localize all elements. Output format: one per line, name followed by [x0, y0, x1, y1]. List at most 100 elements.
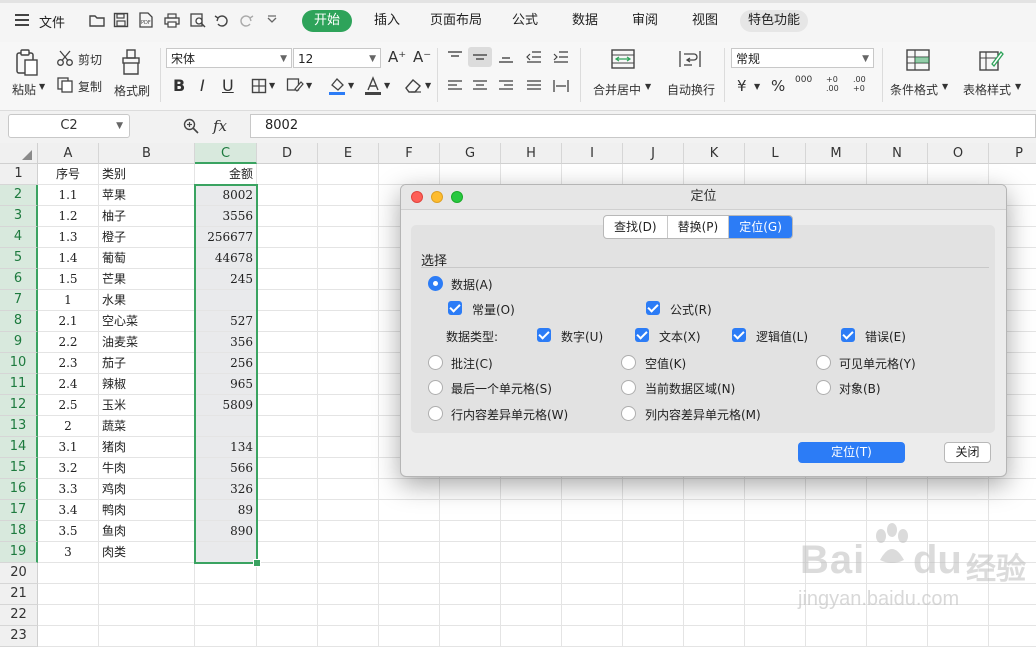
column-header-g[interactable]: G — [440, 143, 501, 164]
row-header[interactable]: 1 — [0, 164, 38, 185]
grid-cell[interactable] — [684, 521, 745, 542]
grid-cell[interactable]: 3 — [38, 542, 99, 563]
grid-cell[interactable]: 柚子 — [99, 206, 195, 227]
customize-dropdown-icon[interactable] — [263, 11, 281, 29]
wrap-text-button[interactable]: 自动换行 — [667, 81, 715, 98]
grid-cell[interactable]: 3.1 — [38, 437, 99, 458]
row-header[interactable]: 3 — [0, 206, 38, 227]
grid-cell[interactable] — [257, 164, 318, 185]
percent-button[interactable]: % — [771, 77, 785, 95]
maximize-window-icon[interactable] — [451, 191, 463, 203]
grid-cell[interactable]: 玉米 — [99, 395, 195, 416]
grid-cell[interactable] — [562, 500, 623, 521]
grid-cell[interactable] — [318, 416, 379, 437]
grid-cell[interactable] — [379, 521, 440, 542]
grid-cell[interactable] — [257, 458, 318, 479]
grid-cell[interactable]: 1 — [38, 290, 99, 311]
grid-cell[interactable] — [806, 479, 867, 500]
column-header-i[interactable]: I — [562, 143, 623, 164]
grid-cell[interactable] — [501, 521, 562, 542]
grid-cell[interactable] — [623, 479, 684, 500]
type-logical-checkbox[interactable] — [732, 328, 746, 342]
grid-cell[interactable] — [99, 584, 195, 605]
paste-dropdown-icon[interactable]: ▼ — [39, 82, 45, 91]
font-color-dropdown-icon[interactable]: ▼ — [384, 81, 390, 90]
tab-review[interactable]: 审阅 — [632, 10, 658, 32]
tab-page-layout[interactable]: 页面布局 — [430, 10, 482, 32]
grid-cell[interactable] — [440, 521, 501, 542]
column-differences-radio[interactable] — [621, 406, 636, 421]
grid-cell[interactable] — [318, 374, 379, 395]
row-header[interactable]: 8 — [0, 311, 38, 332]
grid-cell[interactable] — [379, 605, 440, 626]
grid-cell[interactable] — [257, 374, 318, 395]
grid-cell[interactable] — [684, 500, 745, 521]
grid-cell[interactable]: 肉类 — [99, 542, 195, 563]
decrease-font-size-icon[interactable]: A⁻ — [413, 48, 431, 66]
fill-color-dropdown-icon[interactable]: ▼ — [348, 81, 354, 90]
close-button[interactable]: 关闭 — [944, 442, 991, 463]
row-header[interactable]: 4 — [0, 227, 38, 248]
grid-cell[interactable]: 245 — [195, 269, 257, 290]
current-region-radio[interactable] — [621, 380, 636, 395]
grid-cell[interactable] — [440, 479, 501, 500]
grid-cell[interactable]: 鸭肉 — [99, 500, 195, 521]
grid-cell[interactable] — [318, 311, 379, 332]
grid-cell[interactable] — [684, 584, 745, 605]
grid-cell[interactable]: 134 — [195, 437, 257, 458]
grid-cell[interactable] — [257, 626, 318, 647]
grid-cell[interactable]: 44678 — [195, 248, 257, 269]
grid-cell[interactable] — [684, 563, 745, 584]
grid-cell[interactable]: 3556 — [195, 206, 257, 227]
currency-button[interactable]: ¥ — [737, 77, 747, 95]
grid-cell[interactable]: 猪肉 — [99, 437, 195, 458]
file-menu[interactable]: 文件 — [39, 12, 65, 31]
grid-cell[interactable] — [928, 164, 989, 185]
grid-cell[interactable]: 1.3 — [38, 227, 99, 248]
grid-cell[interactable] — [257, 584, 318, 605]
grid-cell[interactable] — [318, 332, 379, 353]
underline-button[interactable]: U — [222, 76, 234, 95]
grid-cell[interactable] — [440, 542, 501, 563]
row-header[interactable]: 6 — [0, 269, 38, 290]
number-format-select[interactable]: 常规 ▼ — [731, 48, 874, 68]
grid-cell[interactable] — [745, 164, 806, 185]
grid-cell[interactable] — [318, 542, 379, 563]
grid-cell[interactable] — [684, 479, 745, 500]
row-header[interactable]: 16 — [0, 479, 38, 500]
save-icon[interactable] — [112, 11, 130, 29]
row-header[interactable]: 11 — [0, 374, 38, 395]
grid-cell[interactable] — [99, 563, 195, 584]
row-header[interactable]: 9 — [0, 332, 38, 353]
column-header-h[interactable]: H — [501, 143, 562, 164]
grid-cell[interactable] — [38, 626, 99, 647]
grid-cell[interactable] — [501, 542, 562, 563]
grid-cell[interactable]: 鱼肉 — [99, 521, 195, 542]
grid-cell[interactable]: 类别 — [99, 164, 195, 185]
paste-button[interactable]: 粘贴 — [12, 81, 36, 98]
eraser-dropdown-icon[interactable]: ▼ — [425, 81, 431, 90]
row-header[interactable]: 7 — [0, 290, 38, 311]
grid-cell[interactable] — [684, 605, 745, 626]
column-header-k[interactable]: K — [684, 143, 745, 164]
align-middle-icon[interactable] — [472, 50, 488, 64]
tab-special-features[interactable]: 特色功能 — [740, 10, 809, 32]
decrease-indent-icon[interactable] — [526, 50, 542, 64]
grid-cell[interactable] — [440, 563, 501, 584]
grid-cell[interactable]: 326 — [195, 479, 257, 500]
grid-cell[interactable] — [318, 458, 379, 479]
grid-cell[interactable] — [745, 479, 806, 500]
grid-cell[interactable] — [562, 542, 623, 563]
objects-radio[interactable] — [816, 380, 831, 395]
grid-cell[interactable]: 水果 — [99, 290, 195, 311]
tab-data[interactable]: 数据 — [572, 10, 598, 32]
cut-button[interactable]: 剪切 — [78, 51, 102, 68]
grid-cell[interactable]: 3.5 — [38, 521, 99, 542]
increase-decimal-button[interactable]: +0 .00 — [826, 75, 848, 93]
grid-cell[interactable]: 2.1 — [38, 311, 99, 332]
merge-center-button[interactable]: 合并居中 — [593, 81, 641, 98]
merge-dropdown-icon[interactable]: ▼ — [645, 82, 651, 91]
distributed-align-icon[interactable] — [553, 79, 569, 93]
grid-cell[interactable]: 256677 — [195, 227, 257, 248]
grid-cell[interactable]: 1.4 — [38, 248, 99, 269]
